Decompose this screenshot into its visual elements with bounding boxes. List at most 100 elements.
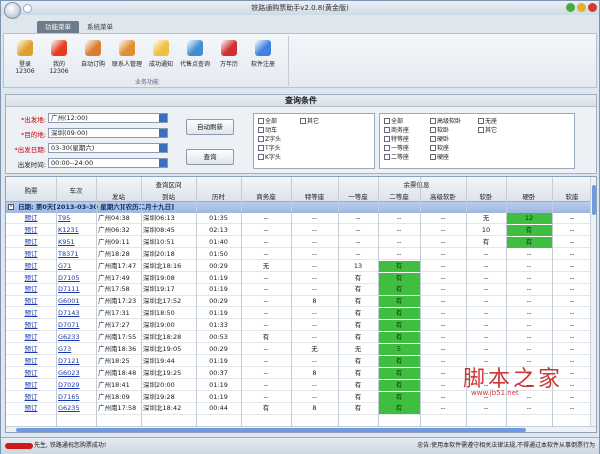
cell-buy[interactable]: 预订 xyxy=(6,273,56,284)
scroll-thumb[interactable] xyxy=(16,428,526,432)
dropdown-arrow-icon[interactable] xyxy=(159,144,167,152)
checkbox-icon[interactable] xyxy=(384,127,390,133)
cell-train[interactable]: G6023 xyxy=(56,368,96,379)
col-hard-sleeper[interactable]: 硬卧 xyxy=(506,191,552,201)
checkbox-icon[interactable] xyxy=(258,118,264,124)
seat-type-checkbox[interactable]: 全部 xyxy=(384,116,403,125)
cell-train[interactable]: D7111 xyxy=(56,284,96,295)
ribbon-button-5[interactable]: 代售点查询 xyxy=(180,38,210,68)
col-special[interactable]: 特等座 xyxy=(291,191,338,201)
ribbon-button-6[interactable]: 万年历 xyxy=(214,38,244,68)
date-group-row[interactable]: - 日期: 第0天[2013-03-30 星期六][农历二月十九日] xyxy=(6,202,592,213)
cell-train[interactable]: G6233 xyxy=(56,332,96,343)
col-deluxe-sleeper[interactable]: 高级软卧 xyxy=(420,191,466,201)
cell-buy[interactable]: 预订 xyxy=(6,320,56,331)
checkbox-icon[interactable] xyxy=(384,154,390,160)
table-row[interactable]: 预订 G73 广州南18:36 深圳北19:05 00:29 -- 无 无 5 -- -- -- -- xyxy=(6,343,592,356)
dropdown-arrow-icon[interactable] xyxy=(159,129,167,137)
cell-buy[interactable]: 预订 xyxy=(6,308,56,319)
query-button[interactable]: 查询 xyxy=(186,149,234,165)
col-business[interactable]: 商务座 xyxy=(241,191,291,201)
cell-buy[interactable]: 预订 xyxy=(6,261,56,272)
checkbox-icon[interactable] xyxy=(384,118,390,124)
checkbox-icon[interactable] xyxy=(430,118,436,124)
seat-type-checkbox[interactable]: 硬卧 xyxy=(430,134,449,143)
cell-train[interactable]: D7071 xyxy=(56,320,96,331)
col-second[interactable]: 二等座 xyxy=(378,191,420,201)
cell-train[interactable]: G6001 xyxy=(56,296,96,307)
seat-type-checkbox[interactable]: 其它 xyxy=(478,125,497,134)
auto-refresh-button[interactable]: 自动刷新 xyxy=(186,119,234,135)
table-row[interactable]: 预订 G6001 广州南17:23 深圳北17:52 00:29 -- 8 有 有 -- -- -- -… xyxy=(6,296,592,308)
seat-type-checkbox[interactable]: 商务座 xyxy=(384,125,409,134)
checkbox-icon[interactable] xyxy=(258,145,264,151)
seat-type-checkbox[interactable]: 二等座 xyxy=(384,152,409,161)
ribbon-button-2[interactable]: 自动订购 xyxy=(78,38,108,68)
cell-buy[interactable]: 预订 xyxy=(6,237,56,248)
minimize-button[interactable] xyxy=(566,3,575,12)
app-menu-orb[interactable] xyxy=(4,2,21,19)
col-train[interactable]: 车次 xyxy=(56,185,96,195)
cell-buy[interactable]: 预订 xyxy=(6,344,56,355)
checkbox-icon[interactable] xyxy=(258,136,264,142)
cell-train[interactable]: G73 xyxy=(56,344,96,355)
tab-system-menu[interactable]: 系统菜单 xyxy=(79,21,121,33)
cell-train[interactable]: D7165 xyxy=(56,392,96,403)
train-type-checkbox[interactable]: 全部 xyxy=(258,116,277,125)
col-soft-sleeper[interactable]: 软卧 xyxy=(466,191,506,201)
cell-train[interactable]: K1231 xyxy=(56,225,96,236)
cell-buy[interactable]: 预订 xyxy=(6,332,56,343)
table-row[interactable]: 预订 G6233 广州南17:55 深圳北18:28 00:53 有 -- 有 有 -- -- -- -… xyxy=(6,332,592,344)
cell-train[interactable]: D7029 xyxy=(56,380,96,391)
cell-buy[interactable]: 预订 xyxy=(6,225,56,236)
seat-type-checkbox[interactable]: 高级软卧 xyxy=(430,116,461,125)
time-combo[interactable]: 00:00--24:00 xyxy=(48,158,168,168)
table-row[interactable]: 预订 T8371 广州18:28 深圳20:18 01:50 -- -- -- -- -- -- --… xyxy=(6,249,592,260)
checkbox-icon[interactable] xyxy=(430,127,436,133)
col-duration[interactable]: 历时 xyxy=(196,191,241,201)
to-combo[interactable]: 深圳(09:00) xyxy=(48,128,168,138)
seat-type-checkbox[interactable]: 软卧 xyxy=(430,125,449,134)
cell-buy[interactable]: 预订 xyxy=(6,296,56,307)
table-row[interactable]: 预订 G6235 广州南17:58 深圳北18:42 00:44 有 8 有 有 -- -- -- -- xyxy=(6,403,592,415)
close-button[interactable] xyxy=(588,3,597,12)
maximize-button[interactable] xyxy=(577,3,586,12)
cell-train[interactable]: G71 xyxy=(56,261,96,272)
cell-train[interactable]: D7105 xyxy=(56,273,96,284)
checkbox-icon[interactable] xyxy=(478,127,484,133)
table-row[interactable]: 预订 K1231 广州06:32 深圳08:45 02:13 -- -- -- -- -- 10 有 -… xyxy=(6,224,592,237)
ribbon-button-7[interactable]: 软件注册 xyxy=(248,38,278,68)
checkbox-icon[interactable] xyxy=(478,118,484,124)
train-type-checkbox[interactable]: T字头 xyxy=(258,143,281,152)
tab-function-menu[interactable]: 功能菜单 xyxy=(37,21,79,33)
dropdown-arrow-icon[interactable] xyxy=(159,159,167,167)
ribbon-button-0[interactable]: 登录12306 xyxy=(10,38,40,75)
train-type-checkbox[interactable]: K字头 xyxy=(258,152,281,161)
cell-train[interactable]: T8371 xyxy=(56,249,96,260)
seat-type-checkbox[interactable]: 一等座 xyxy=(384,143,409,152)
checkbox-icon[interactable] xyxy=(258,127,264,133)
train-type-checkbox[interactable]: 其它 xyxy=(300,116,319,125)
checkbox-icon[interactable] xyxy=(384,145,390,151)
seat-type-checkbox[interactable]: 无座 xyxy=(478,116,497,125)
cell-buy[interactable]: 预订 xyxy=(6,356,56,367)
cell-buy[interactable]: 预订 xyxy=(6,380,56,391)
from-combo[interactable]: 广州(12:00) xyxy=(48,113,168,123)
col-first[interactable]: 一等座 xyxy=(338,191,378,201)
col-soft-seat[interactable]: 软座 xyxy=(552,191,592,201)
scroll-thumb[interactable] xyxy=(592,185,596,215)
quick-access-button[interactable] xyxy=(23,4,32,13)
cell-buy[interactable]: 预订 xyxy=(6,249,56,260)
cell-buy[interactable]: 预订 xyxy=(6,392,56,403)
cell-train[interactable]: D7121 xyxy=(56,356,96,367)
table-row[interactable]: 预订 K951 广州09:11 深圳10:51 01:40 -- -- -- -- -- 有 有 -- xyxy=(6,236,592,248)
table-row[interactable]: 预订 T95 广州04:38 深圳06:13 01:35 -- -- -- -- -- 无 12 -- xyxy=(6,213,592,225)
table-row[interactable]: 预订 D7071 广州17:27 深圳19:00 01:33 -- -- 有 有 -- -- -- -- xyxy=(6,320,592,332)
col-buy[interactable]: 购票 xyxy=(6,185,56,195)
table-row[interactable]: 预订 D7143 广州17:31 深圳18:50 01:19 -- -- 有 有 -- -- -- -- xyxy=(6,308,592,320)
checkbox-icon[interactable] xyxy=(430,136,436,142)
dropdown-arrow-icon[interactable] xyxy=(159,114,167,122)
checkbox-icon[interactable] xyxy=(430,145,436,151)
table-row[interactable]: 预订 D7105 广州17:49 深圳19:08 01:19 -- -- 有 有 -- -- -- -- xyxy=(6,272,592,284)
cell-train[interactable]: K951 xyxy=(56,237,96,248)
